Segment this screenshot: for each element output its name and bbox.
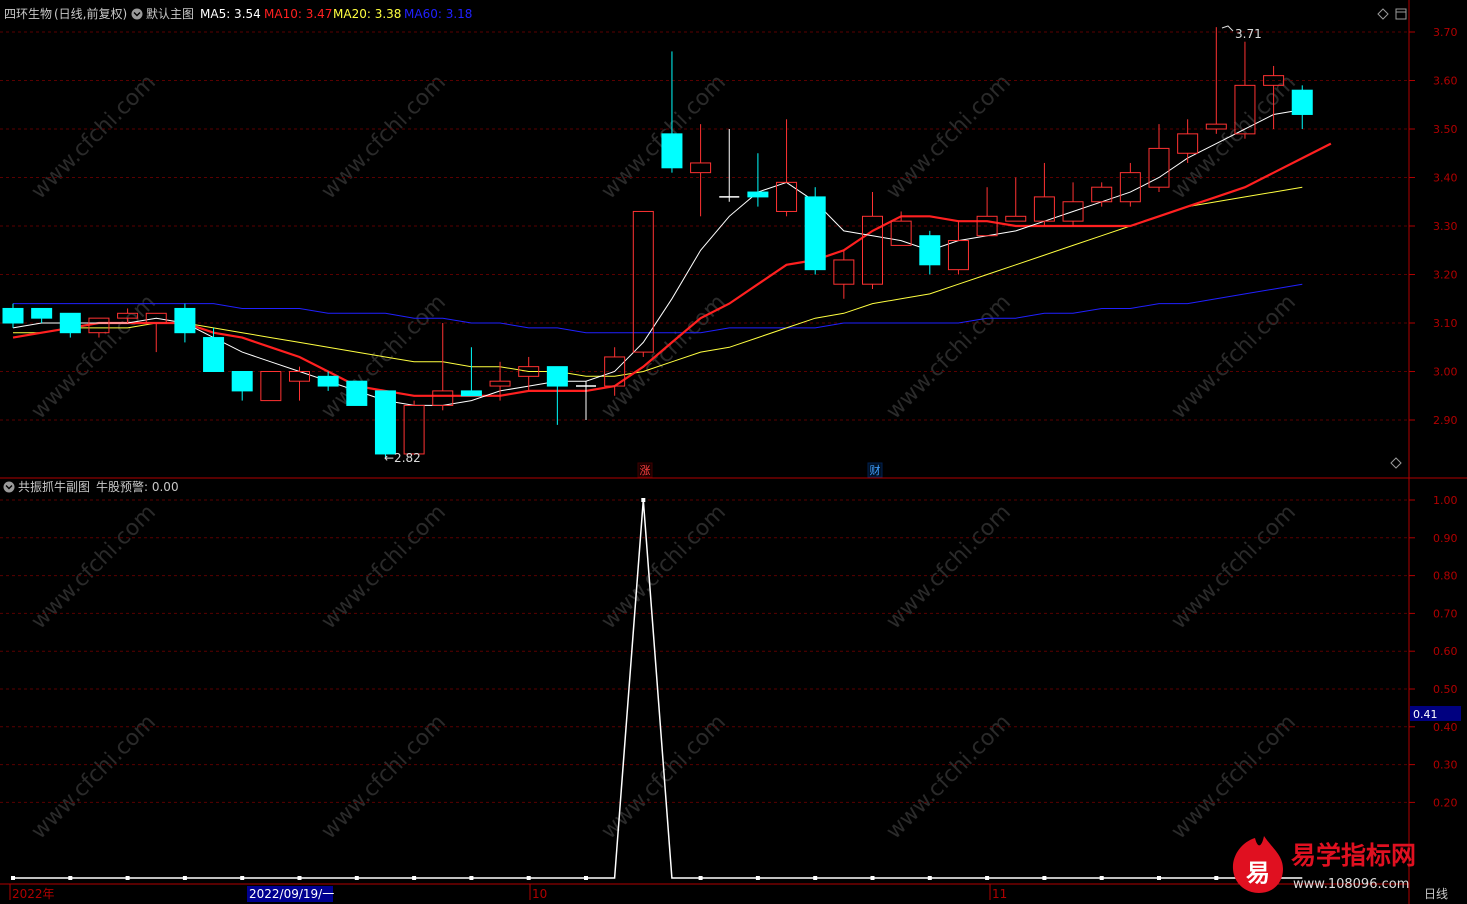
candle-body — [317, 375, 339, 387]
sub-tick-label: 1.00 — [1433, 494, 1458, 507]
indicator-point — [68, 876, 73, 880]
candle-body — [546, 366, 568, 387]
price-tick-label: 3.50 — [1433, 123, 1458, 136]
candle-body — [231, 371, 253, 392]
indicator-point — [182, 876, 187, 880]
indicator-point — [1214, 876, 1219, 880]
indicator-point — [1042, 876, 1047, 880]
indicator-point — [698, 876, 703, 880]
indicator-point — [641, 498, 646, 502]
candle-body — [1291, 89, 1313, 115]
candle-body — [804, 196, 826, 271]
stock-chart[interactable]: www.cfchi.com www.cfchi.com www.cfchi.com w… — [0, 0, 1467, 904]
indicator-value-label: 牛股预警: 0.00 — [96, 479, 179, 494]
stock-name[interactable]: 四环生物 — [4, 7, 52, 21]
sub-tick-label: 0.30 — [1433, 759, 1458, 772]
indicator-point — [354, 876, 359, 880]
candle-body — [174, 307, 196, 334]
current-value-tag-label: 0.41 — [1413, 708, 1438, 721]
indicator-point — [125, 876, 130, 880]
brand-name: 易学指标网 — [1291, 841, 1416, 870]
indicator-point — [813, 876, 818, 880]
candle-body — [2, 307, 24, 324]
sub-tick-label: 0.90 — [1433, 532, 1458, 545]
price-tick-label: 3.60 — [1433, 75, 1458, 88]
indicator-point — [985, 876, 990, 880]
indicator-point — [297, 876, 302, 880]
candle-body — [747, 191, 769, 198]
sub-panel-title[interactable]: 共振抓牛副图 — [18, 479, 90, 494]
month-10-label: 10 — [532, 887, 547, 901]
candle[interactable] — [804, 187, 826, 275]
candle-body — [919, 235, 941, 266]
candle-body — [661, 133, 683, 169]
indicator-point — [1157, 876, 1161, 880]
ma20-label: MA20: 3.38 — [333, 7, 401, 21]
indicator-point — [526, 876, 531, 880]
year-label: 2022年 — [12, 887, 55, 901]
ma5-label: MA5: 3.54 — [200, 7, 261, 21]
month-11-label: 11 — [992, 887, 1007, 901]
sub-tick-label: 0.40 — [1433, 721, 1458, 734]
high-price-label: 3.71 — [1235, 27, 1262, 41]
indicator-point — [755, 876, 760, 880]
sub-tick-label: 0.80 — [1433, 570, 1458, 583]
indicator-point — [240, 876, 245, 880]
indicator-point — [584, 876, 588, 880]
candle-body — [59, 312, 81, 334]
sub-tick-label: 0.60 — [1433, 645, 1458, 658]
indicator-point — [412, 876, 417, 880]
price-tick-label: 2.90 — [1433, 414, 1458, 427]
price-tick-label: 3.20 — [1433, 269, 1458, 282]
price-tick-label: 3.70 — [1433, 26, 1458, 39]
date-cursor-label: 2022/09/19/一 — [249, 887, 334, 901]
candle[interactable] — [346, 380, 368, 406]
candle-body — [31, 307, 53, 319]
candle-body — [203, 337, 225, 372]
cai-marker-label: 财 — [870, 463, 881, 477]
sub-tick-label: 0.20 — [1433, 796, 1458, 809]
indicator-point — [469, 876, 474, 880]
period-button[interactable]: 日线 — [1424, 887, 1448, 901]
candle-body — [374, 390, 396, 455]
ma10-label: MA10: 3.47 — [264, 7, 332, 21]
price-tick-label: 3.00 — [1433, 366, 1458, 379]
price-tick-label: 3.30 — [1433, 220, 1458, 233]
indicator-point — [11, 876, 15, 880]
indicator-point — [870, 876, 875, 880]
template-label[interactable]: 默认主图 — [146, 6, 194, 21]
indicator-point — [1099, 876, 1104, 880]
sub-tick-label: 0.70 — [1433, 607, 1458, 620]
sub-tick-label: 0.50 — [1433, 683, 1458, 696]
candle-body — [346, 380, 368, 406]
brand-url: www.108096.com — [1293, 877, 1409, 892]
candle[interactable] — [374, 390, 396, 459]
period-label: (日线,前复权) — [54, 6, 127, 21]
candle-body — [460, 390, 482, 397]
brand-char: 易 — [1246, 859, 1270, 887]
indicator-point — [927, 876, 932, 880]
price-tick-label: 3.40 — [1433, 172, 1458, 185]
ma60-label: MA60: 3.18 — [404, 7, 472, 21]
low-price-label: ←2.82 — [384, 451, 421, 465]
sub-dropdown-icon[interactable] — [3, 481, 15, 493]
price-tick-label: 3.10 — [1433, 317, 1458, 330]
template-dropdown-icon[interactable] — [131, 8, 143, 20]
zhang-marker-label: 涨 — [640, 464, 651, 477]
